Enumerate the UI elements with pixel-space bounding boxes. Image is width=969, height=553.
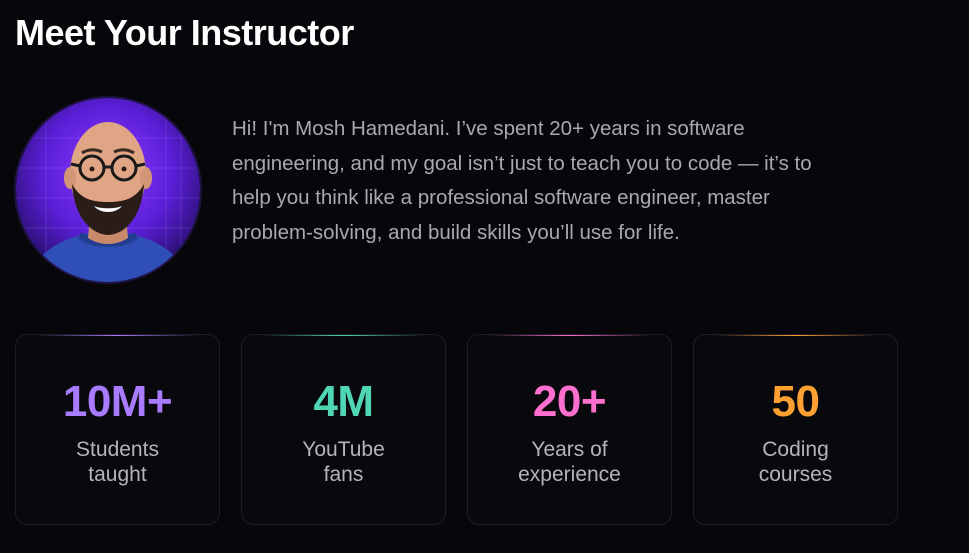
stat-label: Years of experience: [468, 437, 671, 487]
instructor-bio: Hi! I'm Mosh Hamedani. I’ve spent 20+ ye…: [232, 117, 812, 244]
stat-label-line1: Years of: [531, 438, 608, 461]
card-accent-glow: [36, 335, 199, 336]
instructor-section: Meet Your Instructor Hi! I'm Mosh Hameda…: [0, 0, 969, 553]
stat-label-line1: YouTube: [302, 438, 385, 461]
stat-label-line1: Coding: [762, 438, 829, 461]
card-accent-glow: [488, 335, 651, 336]
stat-label: YouTube fans: [242, 437, 445, 487]
stat-card-youtube: 4M YouTube fans: [241, 334, 446, 525]
stat-value: 20+: [532, 377, 607, 426]
stat-value: 4M: [313, 377, 374, 426]
stat-card-courses: 50 Coding courses: [693, 334, 898, 525]
stat-value: 50: [771, 377, 820, 426]
card-accent-glow: [262, 335, 425, 336]
card-accent-glow: [714, 335, 877, 336]
stat-label-line1: Students: [76, 438, 159, 461]
stat-label-line2: courses: [758, 463, 833, 486]
instructor-avatar: [16, 98, 200, 282]
stat-label-line2: experience: [518, 463, 621, 486]
section-title: Meet Your Instructor: [15, 12, 354, 53]
stat-value: 10M+: [62, 377, 173, 426]
stat-label: Coding courses: [694, 437, 897, 487]
stat-card-students: 10M+ Students taught: [15, 334, 220, 525]
stats-row: 10M+ Students taught 4M YouTube fans 20+…: [15, 334, 898, 525]
stat-label-line2: taught: [88, 463, 147, 486]
stat-label: Students taught: [16, 437, 219, 487]
stat-label-line2: fans: [323, 463, 364, 486]
stat-card-experience: 20+ Years of experience: [467, 334, 672, 525]
